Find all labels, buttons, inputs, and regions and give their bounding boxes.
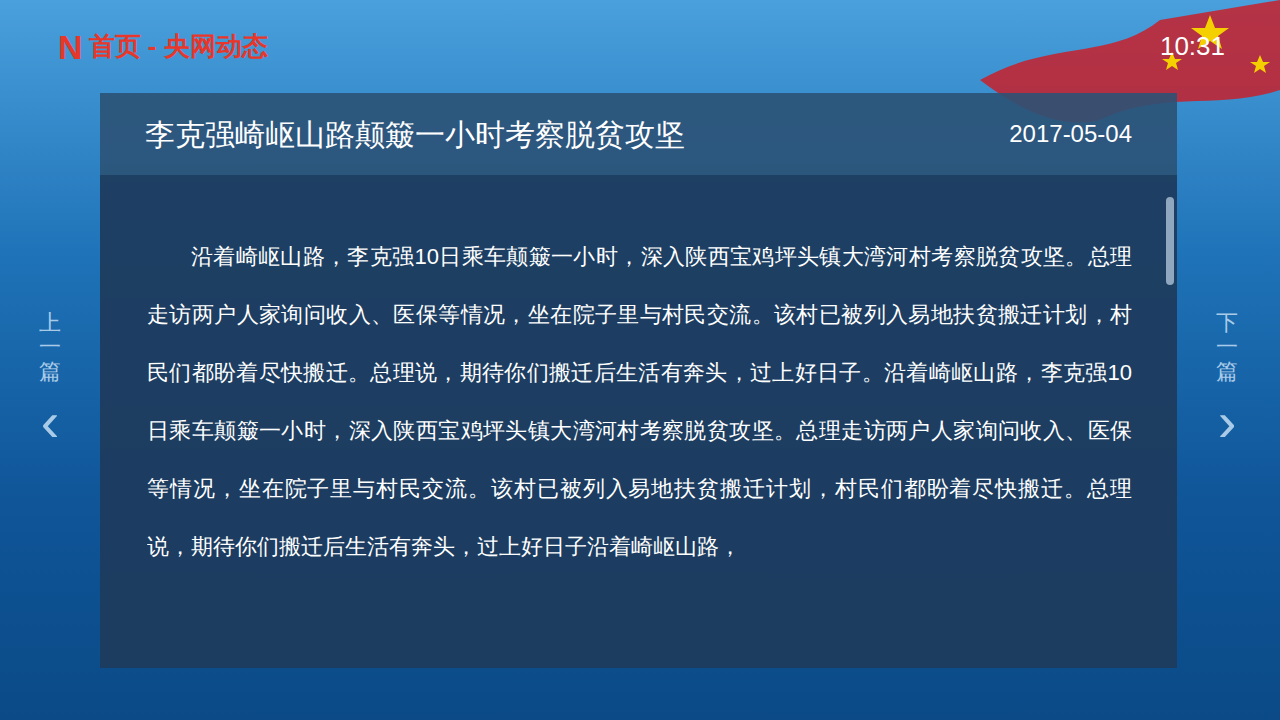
next-article[interactable]: 下一篇 › <box>1177 93 1277 668</box>
logo: N <box>58 30 83 64</box>
scrollbar-thumb[interactable] <box>1166 197 1174 285</box>
clock: 10:31 <box>1160 27 1225 66</box>
article-title: 李克强崎岖山路颠簸一小时考察脱贫攻坚 <box>145 112 685 157</box>
article-body: 沿着崎岖山路，李克强10日乘车颠簸一小时，深入陕西宝鸡坪头镇大湾河村考察脱贫攻坚… <box>100 175 1177 668</box>
article-date: 2017-05-04 <box>1009 116 1132 152</box>
nav-label: 上一篇 <box>39 311 61 384</box>
chevron-icon: ‹ <box>41 394 60 450</box>
scrollbar[interactable] <box>1166 197 1174 637</box>
prev-article[interactable]: 上一篇 ‹ <box>0 93 100 668</box>
article-panel: 李克强崎岖山路颠簸一小时考察脱贫攻坚 2017-05-04 沿着崎岖山路，李克强10… <box>100 93 1177 668</box>
screen: N首页 - 央网动态 10:31 上一篇 ‹ 李克强崎岖山路颠簸一小时考察脱贫攻坚 201… <box>0 0 1280 720</box>
chevron-icon: › <box>1218 394 1237 450</box>
header: N首页 - 央网动态 10:31 <box>0 0 1280 93</box>
article-header: 李克强崎岖山路颠簸一小时考察脱贫攻坚 2017-05-04 <box>100 93 1177 175</box>
breadcrumb[interactable]: 首页 - 央网动态 <box>89 27 268 66</box>
nav-label: 下一篇 <box>1216 311 1238 384</box>
